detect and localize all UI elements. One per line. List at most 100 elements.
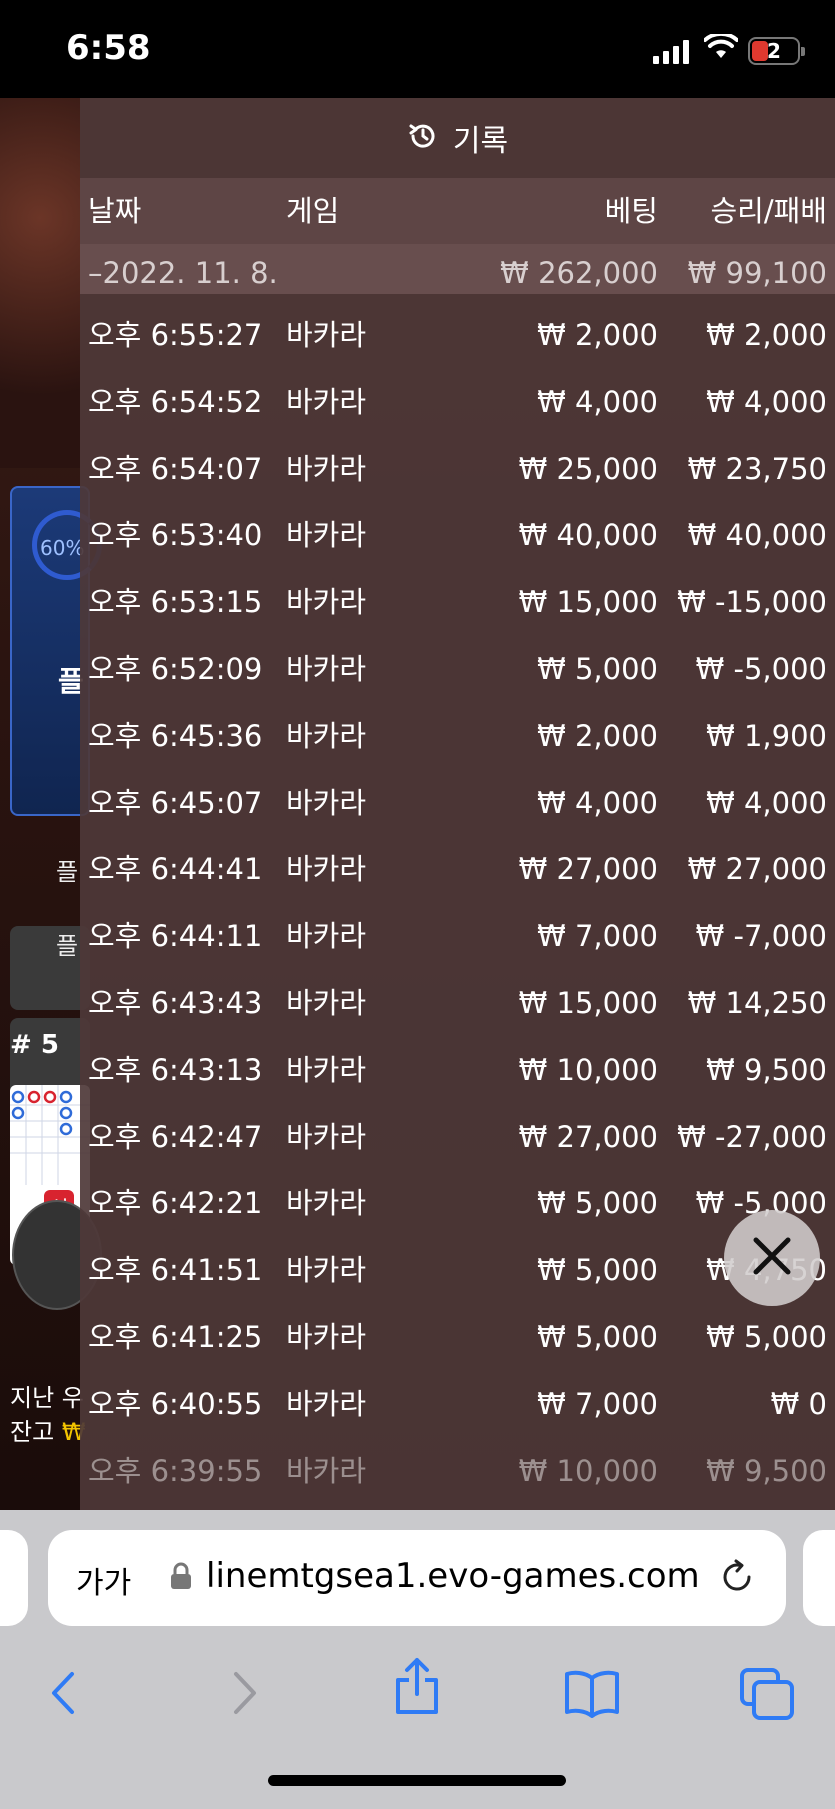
history-column-header: 날짜 게임 베팅 승리/패배: [80, 178, 835, 244]
share-icon[interactable]: [392, 1656, 442, 1720]
history-row[interactable]: 오후 6:43:43 바카라 ₩ 15,000 ₩ 14,250: [80, 970, 835, 1037]
row-game: 바카라: [286, 785, 367, 820]
row-result: ₩ 1,900: [706, 718, 827, 753]
row-bet: ₩ 25,000: [518, 451, 658, 486]
history-row[interactable]: 오후 6:45:07 바카라 ₩ 4,000 ₩ 4,000: [80, 770, 835, 837]
row-game: 바카라: [286, 718, 367, 753]
forward-icon[interactable]: [228, 1668, 260, 1722]
column-bet: 베팅: [604, 194, 658, 228]
row-result: ₩ 27,000: [687, 852, 827, 887]
balance: 잔고 ₩: [10, 1412, 86, 1447]
row-time: 오후 6:43:43: [88, 985, 263, 1020]
back-icon[interactable]: [48, 1668, 80, 1722]
history-row[interactable]: 오후 6:41:51바카라₩ 5,000₩ 4,750: [80, 1237, 835, 1304]
row-bet: ₩ 4,000: [537, 384, 658, 419]
lock-icon: [170, 1562, 192, 1594]
history-row[interactable]: 오후 6:55:27 바카라 ₩ 2,000 ₩ 2,000: [80, 302, 835, 369]
row-time: 오후 6:55:27: [88, 318, 263, 352]
history-list: 오후 6:55:27 바카라 ₩ 2,000 ₩ 2,000 오후 6:54:52 바카…: [80, 302, 835, 1504]
signal-icon: [653, 40, 689, 64]
row-game: 바카라: [286, 919, 367, 954]
url-text[interactable]: linemtgsea1.evo-games.com: [206, 1556, 700, 1596]
summary-date: –2022. 11. 8.: [88, 256, 278, 290]
row-result: ₩ -15,000: [677, 585, 827, 620]
row-game: 바카라: [286, 1386, 367, 1421]
reload-icon[interactable]: [718, 1558, 756, 1600]
history-row[interactable]: 오후 6:54:07 바카라 ₩ 25,000 ₩ 23,750: [80, 436, 835, 503]
row-bet: ₩ 15,000: [518, 585, 658, 620]
row-result: ₩ 0: [770, 1386, 827, 1421]
row-bet: ₩ 7,000: [537, 1386, 658, 1421]
row-bet: ₩ 5,000: [537, 1253, 658, 1288]
tabs-icon[interactable]: [740, 1668, 794, 1724]
address-bar[interactable]: 가가 linemtgsea1.evo-games.com: [48, 1530, 786, 1626]
browser-nav: [0, 1658, 835, 1730]
status-time: 6:58: [66, 28, 151, 68]
close-icon: [750, 1234, 794, 1282]
row-bet: ₩ 2,000: [537, 718, 658, 753]
row-result: ₩ -5,000: [695, 651, 827, 686]
row-result: ₩ -7,000: [695, 919, 827, 954]
row-game: 바카라: [286, 1253, 367, 1288]
row-game: 바카라: [286, 585, 367, 620]
row-game: 바카라: [286, 318, 367, 352]
row-bet: ₩ 27,000: [518, 852, 658, 887]
row-result: ₩ 9,500: [706, 1052, 827, 1087]
column-date: 날짜: [88, 194, 142, 228]
history-row[interactable]: 오후 6:39:55 바카라 ₩ 10,000 ₩ 9,500: [80, 1438, 835, 1505]
row-game: 바카라: [286, 384, 367, 419]
history-row[interactable]: 오후 6:54:52 바카라 ₩ 4,000 ₩ 4,000: [80, 369, 835, 436]
row-time: 오후 6:45:36: [88, 718, 263, 753]
wifi-icon: [703, 31, 739, 64]
history-row[interactable]: 오후 6:40:55 바카라 ₩ 7,000 ₩ 0: [80, 1371, 835, 1438]
row-game: 바카라: [286, 651, 367, 686]
bookmarks-icon[interactable]: [564, 1668, 620, 1722]
row-game: 바카라: [286, 1453, 367, 1488]
history-row[interactable]: 오후 6:53:15 바카라 ₩ 15,000 ₩ -15,000: [80, 569, 835, 636]
row-result: ₩ 5,000: [706, 1319, 827, 1354]
row-bet: ₩ 10,000: [518, 1453, 658, 1488]
history-row[interactable]: 오후 6:52:09 바카라 ₩ 5,000 ₩ -5,000: [80, 636, 835, 703]
next-tab[interactable]: [803, 1530, 835, 1626]
row-time: 오후 6:42:21: [88, 1186, 263, 1221]
side-button-1-label: 플: [56, 858, 79, 886]
row-result: ₩ 23,750: [687, 451, 827, 486]
row-game: 바카라: [286, 1319, 367, 1354]
row-result: ₩ 4,000: [706, 384, 827, 419]
bet-panel[interactable]: 60%: [10, 486, 102, 816]
history-panel: 기록 날짜 게임 베팅 승리/패배 –2022. 11. 8. ₩ 262,00…: [80, 98, 835, 1510]
history-row[interactable]: 오후 6:41:25 바카라 ₩ 5,000 ₩ 5,000: [80, 1304, 835, 1371]
row-bet: ₩ 5,000: [537, 1186, 658, 1221]
history-row[interactable]: 오후 6:42:47 바카라 ₩ 27,000 ₩ -27,000: [80, 1104, 835, 1171]
row-time: 오후 6:54:52: [88, 384, 263, 419]
live-video: [0, 98, 80, 468]
history-row[interactable]: 오후 6:53:40 바카라 ₩ 40,000 ₩ 40,000: [80, 502, 835, 569]
balance-label: 잔고: [10, 1418, 55, 1446]
previous-tab[interactable]: [0, 1530, 28, 1626]
row-bet: ₩ 5,000: [537, 651, 658, 686]
column-game: 게임: [286, 194, 340, 228]
history-row[interactable]: 오후 6:44:41 바카라 ₩ 27,000 ₩ 27,000: [80, 836, 835, 903]
round-label: # 5: [10, 1030, 59, 1060]
row-result: ₩ 2,000: [706, 318, 827, 352]
row-time: 오후 6:44:11: [88, 919, 263, 954]
history-row[interactable]: 오후 6:43:13 바카라 ₩ 10,000 ₩ 9,500: [80, 1037, 835, 1104]
history-row[interactable]: 오후 6:44:11 바카라 ₩ 7,000 ₩ -7,000: [80, 903, 835, 970]
reader-button[interactable]: 가가: [76, 1558, 131, 1602]
side-button-2-label: 플: [56, 932, 79, 960]
history-row[interactable]: 오후 6:42:21 바카라 ₩ 5,000 ₩ -5,000: [80, 1170, 835, 1237]
row-time: 오후 6:40:55: [88, 1386, 263, 1421]
close-button[interactable]: [724, 1210, 820, 1306]
timer-percent: 60%: [40, 536, 85, 560]
row-game: 바카라: [286, 1119, 367, 1154]
history-row[interactable]: 오후 6:45:36 바카라 ₩ 2,000 ₩ 1,900: [80, 703, 835, 770]
row-time: 오후 6:52:09: [88, 651, 263, 686]
date-summary-row[interactable]: –2022. 11. 8. ₩ 262,000 ₩ 99,100: [80, 244, 835, 294]
row-bet: ₩ 4,000: [537, 785, 658, 820]
last-win-label: 지난 우: [10, 1384, 84, 1412]
row-bet: ₩ 2,000: [537, 318, 658, 352]
battery-icon: 2: [748, 37, 805, 65]
row-time: 오후 6:41:51: [88, 1253, 263, 1288]
row-result: ₩ -27,000: [677, 1119, 827, 1154]
row-bet: ₩ 5,000: [537, 1319, 658, 1354]
